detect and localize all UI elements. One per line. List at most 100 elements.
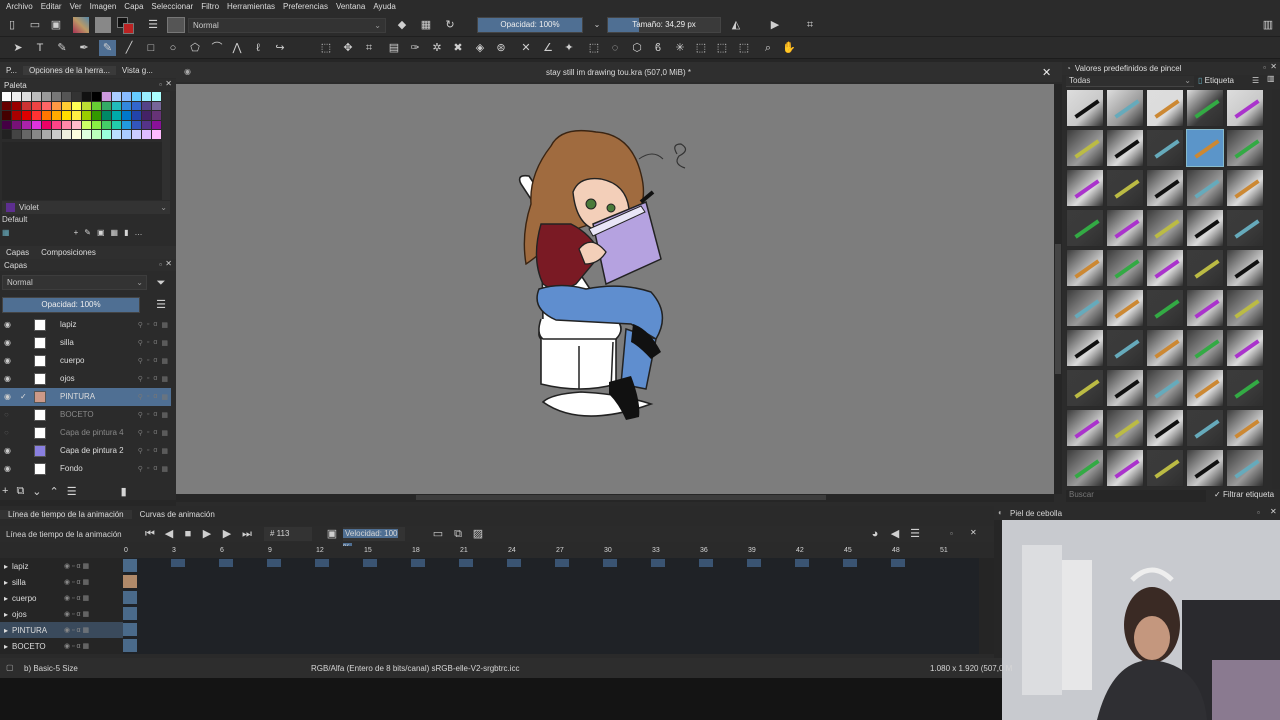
contiguous-select-icon[interactable]: ✳ bbox=[673, 41, 687, 55]
rect-select-icon[interactable]: ⬚ bbox=[587, 41, 601, 55]
palette-swatch[interactable] bbox=[12, 111, 21, 120]
palette-swatch[interactable] bbox=[102, 92, 111, 101]
delete-frame-icon[interactable]: ▨ bbox=[471, 527, 485, 541]
palette-swatch[interactable] bbox=[62, 120, 71, 129]
left-tab-0[interactable]: P... bbox=[0, 66, 23, 75]
brush-preset-tile[interactable] bbox=[1106, 169, 1144, 207]
edit-swatch-icon[interactable]: ✎ bbox=[84, 228, 91, 237]
filter-icon[interactable]: ⏷ bbox=[154, 276, 168, 290]
play-icon[interactable]: ▶ bbox=[200, 527, 214, 541]
layer-flags[interactable]: ⚲ ▫ α ▦ bbox=[138, 375, 168, 383]
palette-swatch[interactable] bbox=[132, 120, 141, 129]
keyframe[interactable] bbox=[123, 559, 137, 572]
layer-flags[interactable]: ⚲ ▫ α ▦ bbox=[138, 339, 168, 347]
keyframe[interactable] bbox=[219, 559, 233, 567]
magnetic-select-icon[interactable]: ⬚ bbox=[737, 41, 751, 55]
pattern-swatch[interactable] bbox=[73, 17, 89, 33]
timeline-layer-flags[interactable]: ◉ ▫ α ▦ bbox=[64, 562, 89, 570]
palette-swatch[interactable] bbox=[122, 101, 131, 110]
fps-icon[interactable]: ▣ bbox=[325, 527, 339, 541]
gradient-tool-icon[interactable]: ▤ bbox=[387, 41, 401, 55]
brush-preset-tile[interactable] bbox=[1146, 249, 1184, 287]
timeline-layer-row[interactable]: ▸ ojos ◉ ▫ α ▦ bbox=[0, 606, 123, 622]
palette-swatch[interactable] bbox=[12, 101, 21, 110]
palette-swatch[interactable] bbox=[42, 120, 51, 129]
layer-row[interactable]: ◉ Capa de pintura 2 ⚲ ▫ α ▦ bbox=[0, 442, 171, 460]
brush-preset-tile[interactable] bbox=[1186, 249, 1224, 287]
pan-tool-icon[interactable]: ✋ bbox=[782, 41, 796, 55]
palette-swatch[interactable] bbox=[112, 101, 121, 110]
polygon-select-icon[interactable]: ⬡ bbox=[630, 41, 644, 55]
palette-swatch[interactable] bbox=[152, 111, 161, 120]
visibility-eye-icon[interactable]: ◉ bbox=[4, 320, 14, 329]
palette-swatch[interactable] bbox=[102, 130, 111, 139]
frame-track[interactable] bbox=[123, 590, 979, 606]
keyframe[interactable] bbox=[603, 559, 617, 567]
palette-swatch[interactable] bbox=[22, 92, 31, 101]
mirror-vertical-icon[interactable]: ▶ bbox=[768, 18, 782, 32]
freehand-brush-icon[interactable]: ✎ bbox=[99, 40, 116, 56]
preserve-alpha-icon[interactable]: ▦ bbox=[419, 18, 433, 32]
brush-search-input[interactable]: Buscar bbox=[1066, 490, 1206, 502]
left-tab-2[interactable]: Vista g... bbox=[116, 66, 159, 75]
expand-icon[interactable]: ▸ bbox=[4, 610, 8, 619]
palette-swatch[interactable] bbox=[62, 92, 71, 101]
visibility-eye-icon[interactable]: ◉ bbox=[4, 374, 14, 383]
palette-swatch[interactable] bbox=[82, 92, 91, 101]
palette-swatch[interactable] bbox=[82, 120, 91, 129]
hamburger-icon[interactable]: ☰ bbox=[154, 298, 168, 312]
layer-flags[interactable]: ⚲ ▫ α ▦ bbox=[138, 465, 168, 473]
brush-preset-icon[interactable] bbox=[167, 17, 185, 33]
expand-icon[interactable]: ▸ bbox=[4, 626, 8, 635]
keyframe[interactable] bbox=[747, 559, 761, 567]
palette-swatch[interactable] bbox=[82, 111, 91, 120]
similar-select-icon[interactable]: ⬚ bbox=[694, 41, 708, 55]
brush-preset-tile[interactable] bbox=[1226, 209, 1264, 247]
keyframe[interactable] bbox=[123, 639, 137, 652]
palette-swatch[interactable] bbox=[42, 130, 51, 139]
brush-preset-tile[interactable] bbox=[1186, 369, 1224, 407]
timeline-layer-row[interactable]: ▸ silla ◉ ▫ α ▦ bbox=[0, 574, 123, 590]
size-slider[interactable]: Tamaño: 34,29 px bbox=[607, 17, 721, 33]
palette-swatch[interactable] bbox=[2, 101, 11, 110]
menu-item-7[interactable]: Herramientas bbox=[227, 2, 275, 11]
smart-patch-icon[interactable]: ✲ bbox=[430, 41, 444, 55]
canvas-viewport[interactable] bbox=[176, 84, 1054, 494]
delete-swatch-icon[interactable]: ▮ bbox=[124, 228, 128, 237]
layer-row[interactable]: ○ Capa de pintura 4 ⚲ ▫ α ▦ bbox=[0, 424, 171, 442]
palette-swatch[interactable] bbox=[152, 101, 161, 110]
polygon-tool-icon[interactable]: ⬠ bbox=[188, 41, 202, 55]
palette-swatch[interactable] bbox=[12, 130, 21, 139]
palette-swatch[interactable] bbox=[142, 111, 151, 120]
brush-preset-tile[interactable] bbox=[1226, 289, 1264, 327]
palette-grid-icon[interactable]: ▦ bbox=[2, 228, 10, 237]
palette-swatch[interactable] bbox=[12, 92, 21, 101]
brush-preset-tile[interactable] bbox=[1066, 209, 1104, 247]
palette-swatch[interactable] bbox=[122, 130, 131, 139]
keyframe[interactable] bbox=[267, 559, 281, 567]
brush-preset-tile[interactable] bbox=[1146, 369, 1184, 407]
palette-swatch[interactable] bbox=[42, 101, 51, 110]
palette-swatch[interactable] bbox=[72, 130, 81, 139]
expand-icon[interactable]: ▸ bbox=[4, 578, 8, 587]
add-layer-icon[interactable]: + bbox=[2, 485, 8, 497]
add-frame-icon[interactable]: ▭ bbox=[431, 527, 445, 541]
layer-tab-0[interactable]: Capas bbox=[0, 248, 35, 257]
palette-swatch[interactable] bbox=[102, 101, 111, 110]
speed-spinbox[interactable]: Velocidad: 100 % bbox=[343, 527, 405, 552]
brush-preset-tile[interactable] bbox=[1186, 449, 1224, 487]
frame-track[interactable] bbox=[123, 606, 979, 622]
palette-swatch[interactable] bbox=[12, 120, 21, 129]
palette-swatch[interactable] bbox=[32, 92, 41, 101]
menu-item-4[interactable]: Capa bbox=[124, 2, 143, 11]
more-icon[interactable]: … bbox=[134, 228, 142, 237]
palette-swatch[interactable] bbox=[32, 101, 41, 110]
brush-preset-tile[interactable] bbox=[1066, 409, 1104, 447]
brush-preset-tile[interactable] bbox=[1146, 129, 1184, 167]
palette-swatch[interactable] bbox=[112, 120, 121, 129]
brush-preset-tile[interactable] bbox=[1146, 329, 1184, 367]
visibility-eye-icon[interactable]: ◉ bbox=[4, 464, 14, 473]
filter-tag-checkbox[interactable]: ✓ Filtrar etiqueta bbox=[1214, 490, 1274, 499]
keyframe[interactable] bbox=[363, 559, 377, 567]
delete-layer-icon[interactable]: ▮ bbox=[121, 485, 127, 498]
